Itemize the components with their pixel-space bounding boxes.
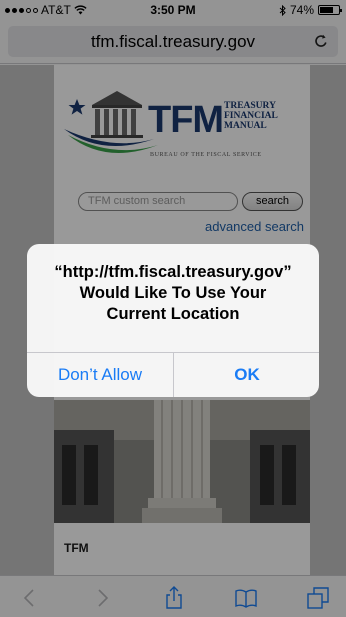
alert-message-line: “http://tfm.fiscal.treasury.gov” <box>54 263 292 281</box>
alert-message: “http://tfm.fiscal.treasury.gov” Would L… <box>37 262 309 325</box>
ok-button[interactable]: OK <box>174 352 319 397</box>
alert-message-line: Current Location <box>106 305 240 323</box>
location-permission-alert: “http://tfm.fiscal.treasury.gov” Would L… <box>27 244 319 397</box>
dont-allow-button[interactable]: Don’t Allow <box>27 352 173 397</box>
alert-message-line: Would Like To Use Your <box>79 284 267 302</box>
